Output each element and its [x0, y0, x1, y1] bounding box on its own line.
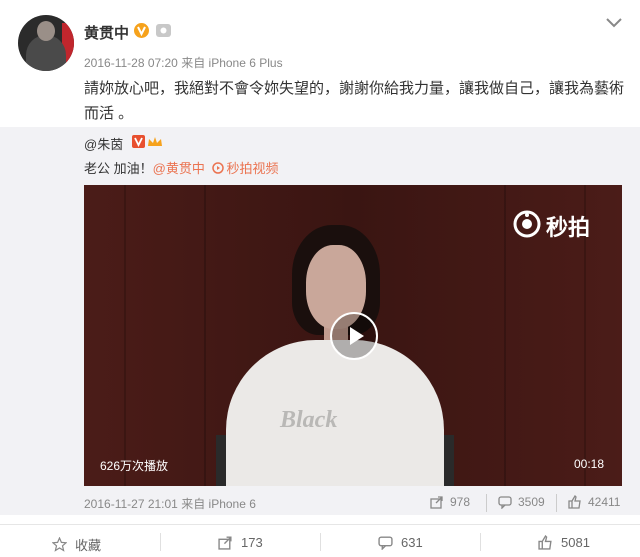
comment-count: 631	[401, 535, 423, 550]
star-icon	[52, 537, 67, 552]
repost-button[interactable]: 173	[218, 535, 263, 550]
video-stripe	[204, 185, 206, 486]
verified-v-icon	[134, 23, 149, 38]
video-link-icon	[212, 162, 225, 174]
verified-v-icon	[132, 135, 145, 148]
miaopai-brand: 秒拍	[546, 215, 591, 240]
mention-link[interactable]: @黄贯中	[153, 161, 205, 176]
video-link[interactable]: 秒拍视频	[226, 161, 278, 176]
comment-icon	[498, 496, 512, 509]
repost-share-button[interactable]: 978	[430, 495, 470, 509]
vip-member-icon[interactable]	[156, 24, 171, 37]
miaopai-logo-icon	[513, 210, 541, 238]
divider	[160, 533, 161, 551]
favorite-button[interactable]: 收藏	[52, 535, 101, 554]
video-player[interactable]: Black 秒拍 626万次播放 00:18	[84, 185, 622, 486]
avatar-head	[37, 21, 55, 41]
action-bar: 收藏 173 631 5081	[0, 524, 640, 557]
crown-icon	[148, 137, 162, 146]
video-duration: 00:18	[574, 457, 605, 471]
repost-like-button[interactable]: 42411	[568, 495, 620, 509]
repost-author[interactable]: @朱茵	[84, 134, 123, 153]
divider	[486, 494, 487, 512]
repost-comment-count: 3509	[518, 495, 545, 509]
repost-comment-button[interactable]: 3509	[498, 495, 545, 509]
like-icon	[568, 495, 581, 509]
comment-button[interactable]: 631	[378, 535, 423, 550]
post-meta: 2016-11-28 07:20 来自 iPhone 6 Plus	[84, 56, 283, 70]
shirt-text: Black	[280, 407, 338, 433]
weibo-post: 黄贯中 2016-11-28 07:20 来自 iPhone 6 Plus 請妳…	[0, 0, 640, 556]
author-name[interactable]: 黄贯中	[84, 22, 129, 43]
favorite-label: 收藏	[75, 538, 102, 553]
share-icon	[430, 496, 443, 509]
divider	[480, 533, 481, 551]
video-stripe	[124, 185, 126, 486]
like-button[interactable]: 5081	[538, 535, 590, 550]
repost-count: 173	[241, 535, 263, 550]
video-views: 626万次播放	[100, 459, 169, 473]
repost-like-count: 42411	[588, 495, 621, 509]
divider	[556, 494, 557, 512]
like-count: 5081	[561, 535, 590, 550]
video-stripe	[504, 185, 506, 486]
repost-count: 978	[450, 495, 471, 509]
repost-text: 老公 加油！@黄贯中 秒拍视频	[84, 158, 278, 177]
post-text: 請妳放心吧，我絕對不會令妳失望的，謝謝你給我力量，讓我做自己，讓我為藝術而活 。	[84, 80, 625, 122]
divider	[320, 533, 321, 551]
repost-text-prefix: 老公 加油！	[84, 161, 153, 176]
share-icon	[218, 536, 232, 550]
avatar[interactable]	[18, 15, 74, 71]
comment-icon	[378, 536, 393, 550]
chevron-down-icon[interactable]	[605, 16, 623, 28]
play-icon[interactable]	[330, 312, 378, 360]
repost-meta: 2016-11-27 21:01 来自 iPhone 6	[84, 497, 256, 511]
like-icon	[538, 535, 552, 550]
